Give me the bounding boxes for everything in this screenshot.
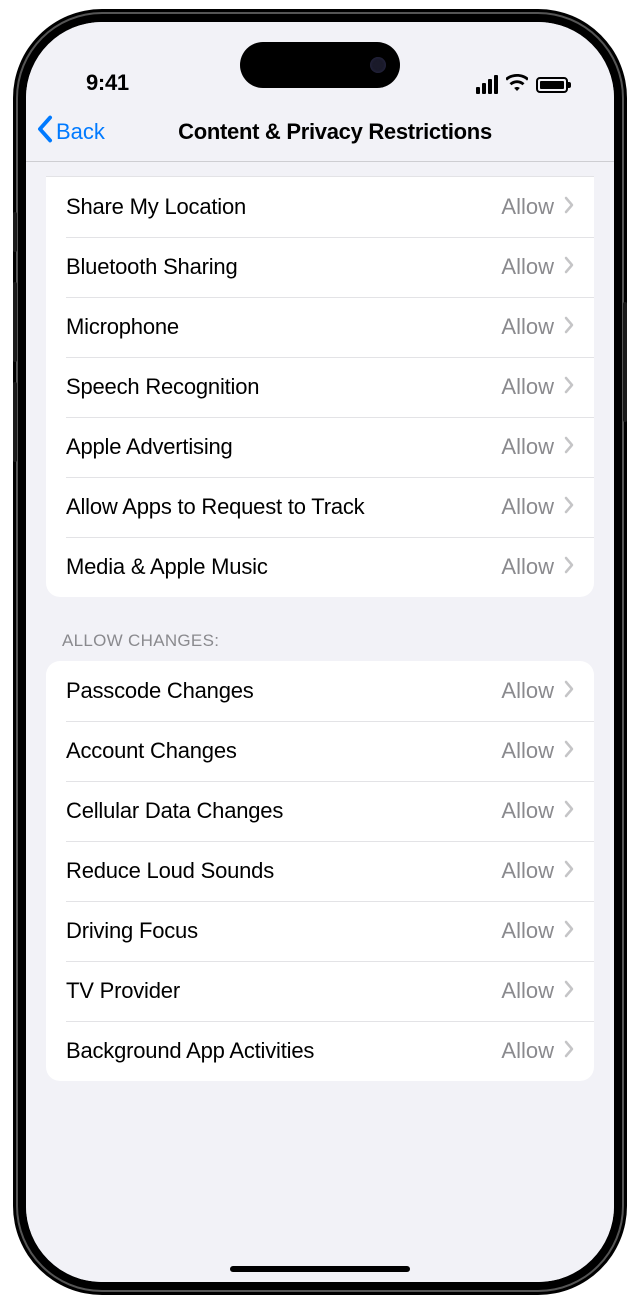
item-value: Allow [501,678,554,704]
allow-changes-header: Allow Changes: [26,597,614,661]
phone-screen: 9:41 Back Content & Privacy Res [26,22,614,1282]
item-label: Account Changes [66,738,501,764]
chevron-right-icon [564,376,574,399]
chevron-right-icon [564,680,574,703]
dynamic-island [240,42,400,88]
status-time: 9:41 [66,70,129,96]
item-value: Allow [501,918,554,944]
setting-media-apple-music[interactable]: Media & Apple Music Allow [46,537,594,597]
setting-tv-provider[interactable]: TV Provider Allow [46,961,594,1021]
silent-switch [13,212,17,252]
chevron-right-icon [564,860,574,883]
chevron-right-icon [564,1040,574,1063]
volume-down-button [13,382,17,462]
item-label: Reduce Loud Sounds [66,858,501,884]
camera-icon [370,57,386,73]
chevron-right-icon [564,256,574,279]
item-label: Microphone [66,314,501,340]
setting-passcode-changes[interactable]: Passcode Changes Allow [46,661,594,721]
setting-speech-recognition[interactable]: Speech Recognition Allow [46,357,594,417]
setting-apple-advertising[interactable]: Apple Advertising Allow [46,417,594,477]
privacy-settings-group: Share My Location Allow Bluetooth Sharin… [46,176,594,597]
phone-frame: 9:41 Back Content & Privacy Res [16,12,624,1292]
back-label: Back [56,119,105,145]
item-value: Allow [501,494,554,520]
item-label: Share My Location [66,194,501,220]
item-label: Media & Apple Music [66,554,501,580]
item-value: Allow [501,1038,554,1064]
chevron-right-icon [564,496,574,519]
item-value: Allow [501,738,554,764]
setting-background-app-activities[interactable]: Background App Activities Allow [46,1021,594,1081]
chevron-right-icon [564,436,574,459]
battery-icon [536,77,568,93]
item-label: TV Provider [66,978,501,1004]
setting-driving-focus[interactable]: Driving Focus Allow [46,901,594,961]
power-button [623,302,627,422]
item-label: Passcode Changes [66,678,501,704]
setting-share-my-location[interactable]: Share My Location Allow [46,177,594,237]
chevron-right-icon [564,196,574,219]
chevron-right-icon [564,556,574,579]
item-value: Allow [501,554,554,580]
setting-allow-apps-to-track[interactable]: Allow Apps to Request to Track Allow [46,477,594,537]
item-value: Allow [501,194,554,220]
cellular-signal-icon [476,75,498,94]
volume-up-button [13,282,17,362]
chevron-right-icon [564,920,574,943]
allow-changes-group: Passcode Changes Allow Account Changes A… [46,661,594,1081]
setting-bluetooth-sharing[interactable]: Bluetooth Sharing Allow [46,237,594,297]
item-label: Apple Advertising [66,434,501,460]
item-label: Cellular Data Changes [66,798,501,824]
chevron-right-icon [564,980,574,1003]
item-label: Background App Activities [66,1038,501,1064]
setting-reduce-loud-sounds[interactable]: Reduce Loud Sounds Allow [46,841,594,901]
item-label: Driving Focus [66,918,501,944]
chevron-right-icon [564,800,574,823]
chevron-right-icon [564,316,574,339]
navigation-bar: Back Content & Privacy Restrictions [26,102,614,162]
setting-account-changes[interactable]: Account Changes Allow [46,721,594,781]
item-value: Allow [501,434,554,460]
item-value: Allow [501,858,554,884]
chevron-right-icon [564,740,574,763]
page-title: Content & Privacy Restrictions [38,119,602,145]
item-label: Allow Apps to Request to Track [66,494,501,520]
home-indicator[interactable] [230,1266,410,1272]
item-value: Allow [501,254,554,280]
chevron-left-icon [36,115,54,149]
setting-cellular-data-changes[interactable]: Cellular Data Changes Allow [46,781,594,841]
status-icons [476,73,574,96]
wifi-icon [506,73,528,96]
content-area[interactable]: Share My Location Allow Bluetooth Sharin… [26,162,614,1282]
item-value: Allow [501,798,554,824]
item-label: Speech Recognition [66,374,501,400]
item-label: Bluetooth Sharing [66,254,501,280]
setting-microphone[interactable]: Microphone Allow [46,297,594,357]
back-button[interactable]: Back [36,115,105,149]
item-value: Allow [501,374,554,400]
item-value: Allow [501,314,554,340]
item-value: Allow [501,978,554,1004]
